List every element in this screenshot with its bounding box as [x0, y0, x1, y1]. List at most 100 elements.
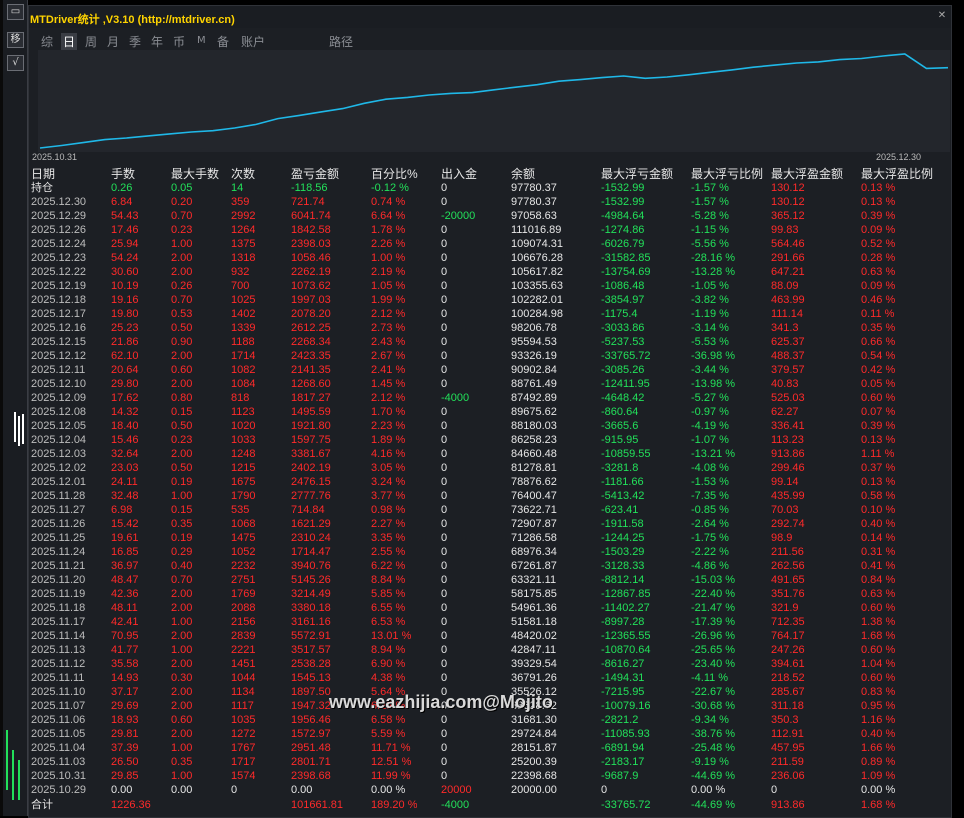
position-cell: -0.12 % [371, 182, 409, 194]
table-cell: 98206.78 [511, 322, 557, 334]
table-cell: 932 [231, 266, 250, 278]
table-cell: 1.38 % [861, 616, 896, 628]
table-cell: -8616.27 [601, 658, 645, 670]
table-row: 2025.12.10 29.80 2.00 1084 1268.60 1.45 % 0 887… [31, 377, 949, 391]
table-cell: 0.35 [171, 756, 193, 768]
table-row: 2025.12.24 25.94 1.00 1375 2398.03 2.26 % 0 109… [31, 237, 949, 251]
tab-summary[interactable]: 综 [41, 33, 53, 50]
tab-week[interactable]: 周 [85, 33, 97, 50]
tab-year[interactable]: 年 [151, 33, 163, 50]
table-cell: 2.00 [171, 350, 193, 362]
side-toolbar: ▭ 移 √ [3, 0, 28, 816]
table-cell: 0 [441, 546, 448, 558]
table-cell: -4648.42 [601, 392, 645, 404]
table-cell: -7.35 % [691, 490, 729, 502]
table-cell: 0 [441, 196, 448, 208]
table-cell: 99.83 [771, 224, 799, 236]
table-cell: -22.67 % [691, 686, 736, 698]
table-cell: 29.80 [111, 378, 139, 390]
table-cell: -11085.93 [601, 728, 650, 740]
table-cell: 99.14 [771, 476, 799, 488]
table-cell: -5.53 % [691, 336, 729, 348]
tab-notes[interactable]: 备 [217, 33, 229, 50]
table-cell: 32.64 [111, 448, 139, 460]
table-cell: 0 [441, 462, 448, 474]
table-cell: 457.95 [771, 742, 805, 754]
table-cell: 8.84 % [371, 574, 406, 586]
table-cell: -5.27 % [691, 392, 729, 404]
table-cell: -10870.64 [601, 644, 651, 656]
table-cell: 1769 [231, 588, 256, 600]
table-cell: 20000.00 [511, 784, 557, 796]
tab-magic[interactable]: M [197, 35, 206, 46]
table-cell: 2025.12.04 [31, 434, 87, 446]
table-cell: 0.09 % [861, 224, 896, 236]
table-cell: 1.09 % [861, 770, 896, 782]
table-cell: 0.41 % [861, 560, 896, 572]
table-cell: 39329.54 [511, 658, 557, 670]
stats-panel: MTDriver统计 ,V3.10 (http://mtdriver.cn) ✕… [28, 5, 952, 818]
position-cell: 130.12 [771, 182, 805, 194]
table-cell: 625.37 [771, 336, 805, 348]
tab-path[interactable]: 路径 [329, 33, 353, 50]
table-cell: 25200.39 [511, 756, 557, 768]
position-row: 持仓 0.26 0.05 14 -118.56 -0.12 % 0 97780.37 -1532… [31, 181, 949, 195]
table-cell: 2.00 [171, 728, 193, 740]
table-cell: 1545.13 [291, 672, 331, 684]
table-cell: 262.56 [771, 560, 805, 572]
table-cell: 0.00 [171, 784, 193, 796]
table-cell: 0 [441, 616, 448, 628]
table-cell: 67261.87 [511, 560, 557, 572]
window-menu-icon[interactable]: ▭ [7, 4, 24, 20]
total-cell: -44.69 % [691, 799, 736, 811]
table-cell: 70.95 [111, 630, 139, 642]
table-cell: 6.55 % [371, 602, 406, 614]
tab-account[interactable]: 账户 [241, 33, 265, 50]
table-cell: -1494.31 [601, 672, 645, 684]
tab-currency[interactable]: 币 [173, 33, 185, 50]
table-cell: 5145.26 [291, 574, 331, 586]
column-header: 最大浮亏金额 [601, 167, 674, 181]
table-cell: 15.42 [111, 518, 139, 530]
tab-month[interactable]: 月 [107, 33, 119, 50]
column-header: 出入金 [441, 167, 478, 181]
table-cell: -12411.95 [601, 378, 650, 390]
table-cell: -4.19 % [691, 420, 729, 432]
table-cell: 3940.76 [291, 560, 331, 572]
move-button[interactable]: 移 [7, 32, 24, 48]
table-cell: 0.50 [171, 462, 193, 474]
table-cell: 16.85 [111, 546, 139, 558]
table-cell: -3033.86 [601, 322, 645, 334]
table-row: 2025.11.03 26.50 0.35 1717 2801.71 12.51 % 0 25… [31, 755, 949, 769]
table-row: 2025.11.12 35.58 2.00 1451 2538.28 6.90 % 0 393… [31, 657, 949, 671]
table-cell: -1.53 % [691, 476, 729, 488]
table-cell: 341.3 [771, 322, 799, 334]
table-cell: 0.84 % [861, 574, 896, 586]
column-header: 日期 [31, 167, 56, 181]
tab-day[interactable]: 日 [61, 33, 78, 50]
column-header: 余额 [511, 167, 536, 181]
table-cell: 0 [441, 490, 448, 502]
table-cell: 2.00 [171, 378, 193, 390]
table-cell: 818 [231, 392, 250, 404]
table-cell: 0.70 [171, 210, 193, 222]
table-row: 2025.12.15 21.86 0.90 1188 2268.34 2.43 % 0 955… [31, 335, 949, 349]
table-cell: 0.39 % [861, 210, 896, 222]
table-cell: 0 [441, 308, 448, 320]
table-cell: 29.69 [111, 700, 139, 712]
table-cell: 0.60 % [861, 644, 896, 656]
table-cell: 1451 [231, 658, 256, 670]
table-row: 2025.11.11 14.93 0.30 1044 1545.13 4.38 % 0 367… [31, 671, 949, 685]
table-cell: 5.85 % [371, 588, 406, 600]
table-row: 2025.12.19 10.19 0.26 700 1073.62 1.05 % 0 1033… [31, 279, 949, 293]
tab-quarter[interactable]: 季 [129, 33, 141, 50]
table-cell: 0.30 [171, 672, 193, 684]
table-cell: 0.60 % [861, 602, 896, 614]
table-cell: -3.82 % [691, 294, 729, 306]
table-cell: 0.74 % [371, 196, 406, 208]
column-header: 最大手数 [171, 167, 220, 181]
close-icon[interactable]: ✕ [935, 9, 949, 23]
check-button[interactable]: √ [7, 55, 24, 71]
table-cell: 6.22 % [371, 560, 406, 572]
table-cell: 20000 [441, 784, 472, 796]
